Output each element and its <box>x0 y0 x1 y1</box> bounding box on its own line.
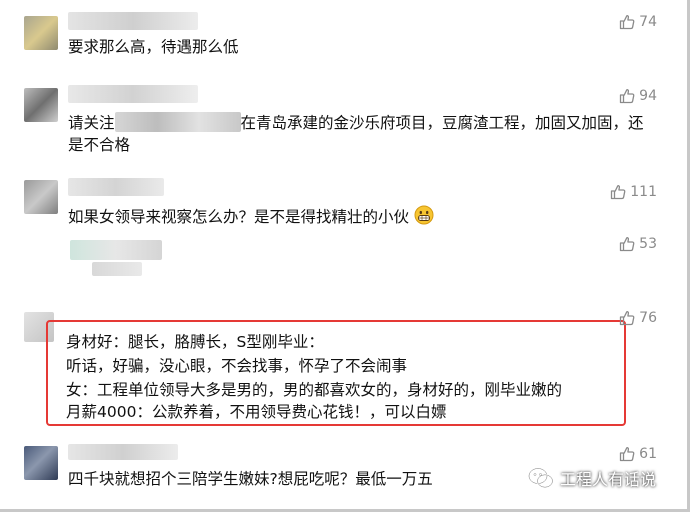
avatar[interactable] <box>24 16 58 50</box>
comment-line: 听话，好骗，没心眼，不会找事，怀孕了不会闹事 <box>66 357 408 375</box>
comment-text-prefix: 请关注 <box>68 114 115 132</box>
thumbs-up-icon <box>611 185 626 200</box>
comment-panel: 要求那么高，待遇那么低 74 请关注 在青岛承建的金沙乐府项目，豆腐渣工程，加固又… <box>0 0 690 512</box>
comment-line: 女：工程单位领导大多是男的，男的都喜欢女的，身材好的，刚毕业嫩的 <box>66 381 563 399</box>
avatar[interactable] <box>24 446 58 480</box>
username-blurred <box>68 12 198 30</box>
avatar[interactable] <box>24 88 58 122</box>
watermark: 工程人有话说 <box>528 466 656 490</box>
comment-line: 月薪4000：公款养着，不用领导费心花钱！，可以白嫖 <box>66 403 447 421</box>
like-button[interactable]: 76 <box>619 310 657 326</box>
wechat-icon <box>528 467 554 488</box>
thumbs-up-icon <box>620 447 635 462</box>
username-blurred <box>70 240 162 260</box>
thumbs-up-icon <box>620 237 635 252</box>
username-blurred <box>68 444 178 460</box>
comment-text: 要求那么高，待遇那么低 <box>68 38 239 56</box>
redacted-blur <box>114 112 241 132</box>
like-button[interactable]: 53 <box>619 236 657 252</box>
thumbs-up-icon <box>620 311 635 326</box>
comment-text: 四千块就想招个三陪学生嫩妹?想屁吃呢？最低一万五 <box>68 470 433 488</box>
like-button[interactable]: 61 <box>619 446 657 462</box>
like-count: 74 <box>639 14 657 30</box>
avatar[interactable] <box>24 180 58 214</box>
thumbs-up-icon <box>620 89 635 104</box>
username-blurred <box>68 178 164 196</box>
like-button[interactable]: 74 <box>619 14 657 30</box>
like-count: 94 <box>639 88 657 104</box>
grinning-emoji-icon <box>414 205 434 225</box>
comment-text-body: 如果女领导来视察怎么办？是不是得找精壮的小伙 <box>68 208 410 226</box>
like-button[interactable]: 111 <box>610 184 657 200</box>
like-count: 53 <box>639 236 657 252</box>
comment-text-blurred <box>92 262 142 276</box>
comment-text: 如果女领导来视察怎么办？是不是得找精壮的小伙 <box>68 204 434 230</box>
username-blurred <box>68 85 198 103</box>
comment-text-suffix: 在青岛承建的金沙乐府项目，豆腐渣工程，加固又加固，还 <box>240 114 644 132</box>
watermark-text: 工程人有话说 <box>560 470 657 489</box>
like-count: 61 <box>639 446 657 462</box>
like-count: 111 <box>630 184 657 200</box>
comment-text: 请关注 在青岛承建的金沙乐府项目，豆腐渣工程，加固又加固，还 <box>68 110 644 136</box>
comment-line: 身材好：腿长，胳膊长，S型刚毕业： <box>66 333 324 351</box>
thumbs-up-icon <box>620 15 635 30</box>
like-count: 76 <box>639 310 657 326</box>
like-button[interactable]: 94 <box>619 88 657 104</box>
comment-text-line2: 是不合格 <box>68 136 131 154</box>
